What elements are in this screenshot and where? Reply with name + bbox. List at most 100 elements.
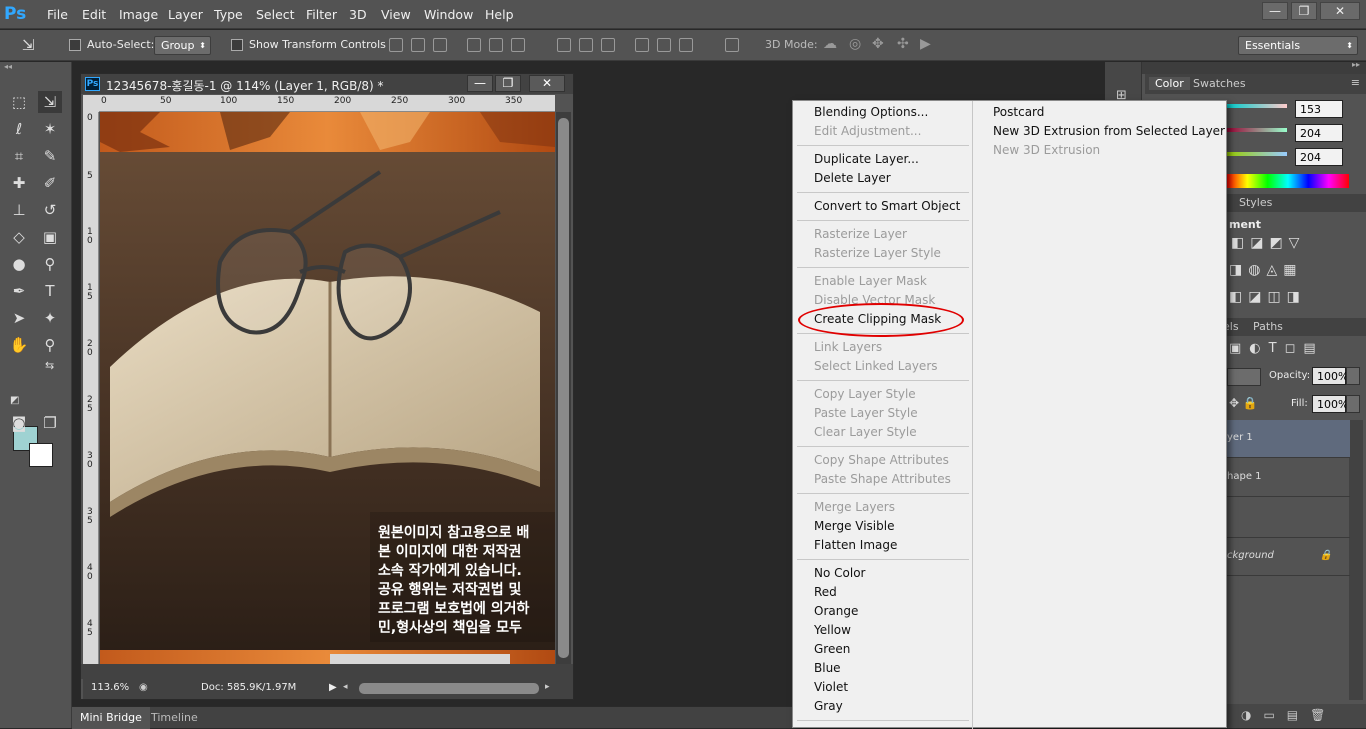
eyedropper-icon[interactable]: ✎ [38,145,62,167]
menu-filter[interactable]: Filter [306,7,337,22]
color-spectrum-bar[interactable] [1227,174,1349,188]
blue-slider[interactable] [1227,152,1287,156]
magic-wand-icon[interactable]: ✶ [38,118,62,140]
auto-select-checkbox[interactable] [69,39,81,51]
3d-slide-icon[interactable]: ✣ [897,36,909,52]
align-bottom-icon[interactable] [433,38,447,52]
menu-color-violet[interactable]: Violet [814,680,848,694]
crop-tool-icon[interactable]: ⌗ [7,145,31,167]
show-transform-checkbox[interactable] [231,39,243,51]
swap-colors-icon[interactable]: ⇆ [45,359,54,372]
menu-delete-layer[interactable]: Delete Layer [814,171,891,185]
layer-row-layer1[interactable]: yer 1 [1227,420,1350,458]
document-canvas[interactable]: 원본이미지 참고용으로 배 본 이미지에 대한 저작권 소속 작가에게 있습니다… [100,112,555,664]
tab-styles[interactable]: Styles [1239,196,1272,209]
menu-blending-options[interactable]: Blending Options... [814,105,928,119]
type-tool-icon[interactable]: T [38,280,62,302]
layer-row-empty[interactable] [1227,498,1350,538]
menu-image[interactable]: Image [119,7,158,22]
align-left-icon[interactable] [467,38,481,52]
auto-align-icon[interactable] [725,38,739,52]
scroll-left-icon[interactable]: ◂ [343,682,348,692]
blur-tool-icon[interactable]: ● [7,253,31,275]
auto-select-dropdown[interactable]: Group ⬍ [154,36,211,55]
tab-swatches[interactable]: Swatches [1193,77,1246,90]
align-right-icon[interactable] [511,38,525,52]
adjustment-icons-row-2[interactable]: ◨◍◬▦ [1229,262,1302,278]
menu-postcard[interactable]: Postcard [993,105,1044,119]
app-close-button[interactable]: ✕ [1320,2,1360,20]
red-value-input[interactable]: 153 [1295,100,1343,118]
menu-help[interactable]: Help [485,7,514,22]
default-colors-icon[interactable]: ◩ [10,395,19,406]
align-vcenter-icon[interactable] [411,38,425,52]
menu-merge-visible[interactable]: Merge Visible [814,519,894,533]
adjustment-icons-row-1[interactable]: ◧◪◩▽ [1231,235,1305,251]
screen-mode-icon[interactable]: ❐ [38,412,62,434]
app-minimize-button[interactable]: — [1262,2,1288,20]
doc-restore-button[interactable]: ❐ [495,75,521,92]
marquee-tool-icon[interactable]: ⬚ [7,91,31,113]
distribute-top-icon[interactable] [557,38,571,52]
lasso-tool-icon[interactable]: ℓ [7,118,31,140]
menu-file[interactable]: File [47,7,68,22]
distribute-hcenter-icon[interactable] [657,38,671,52]
layers-scrollbar[interactable] [1349,420,1363,700]
green-slider[interactable] [1227,128,1287,132]
app-restore-button[interactable]: ❐ [1291,2,1317,20]
status-menu-arrow-icon[interactable]: ▶ [329,682,337,693]
menu-edit[interactable]: Edit [82,7,106,22]
menu-color-red[interactable]: Red [814,585,837,599]
document-title-bar[interactable]: Ps 12345678-홍길동-1 @ 114% (Layer 1, RGB/8… [81,74,573,94]
clone-stamp-icon[interactable]: ⊥ [7,199,31,221]
vertical-scroll-thumb[interactable] [558,118,569,658]
custom-shape-icon[interactable]: ✦ [38,307,62,329]
layer-row-background[interactable]: ckground 🔒 [1227,538,1350,576]
pen-tool-icon[interactable]: ✒ [7,280,31,302]
menu-color-none[interactable]: No Color [814,566,865,580]
menu-color-orange[interactable]: Orange [814,604,858,618]
blend-mode-dropdown[interactable] [1227,368,1261,386]
align-hcenter-icon[interactable] [489,38,503,52]
3d-pan-icon[interactable]: ✥ [872,36,884,52]
3d-roll-icon[interactable]: ◎ [849,36,861,52]
distribute-right-icon[interactable] [679,38,693,52]
panel-menu-icon[interactable]: ≡ [1351,76,1360,89]
menu-duplicate-layer[interactable]: Duplicate Layer... [814,152,919,166]
vertical-ruler[interactable]: 0 5 1 0 1 5 2 0 2 5 3 0 3 5 4 0 4 5 [83,112,99,664]
menu-color-yellow[interactable]: Yellow [814,623,851,637]
green-value-input[interactable]: 204 [1295,124,1343,142]
align-top-icon[interactable] [389,38,403,52]
horizontal-ruler[interactable]: 0 50 100 150 200 250 300 350 [99,95,555,112]
distribute-vcenter-icon[interactable] [579,38,593,52]
menu-window[interactable]: Window [424,7,473,22]
healing-brush-icon[interactable]: ✚ [7,172,31,194]
tab-mini-bridge[interactable]: Mini Bridge [72,707,150,729]
ruler-origin[interactable] [83,95,99,112]
fill-input[interactable]: 100% [1312,395,1348,413]
gradient-tool-icon[interactable]: ▣ [38,226,62,248]
history-brush-icon[interactable]: ↺ [38,199,62,221]
doc-minimize-button[interactable]: — [467,75,493,92]
quick-mask-icon[interactable]: ◙ [7,412,31,434]
layers-footer-icons[interactable]: ◑▭▤🗑 [1241,708,1337,722]
lock-icons[interactable]: ✥ 🔒 [1229,396,1258,410]
background-color-swatch[interactable] [29,443,53,467]
hand-tool-icon[interactable]: ✋ [7,334,31,356]
3d-scale-icon[interactable]: ▶ [920,36,931,52]
zoom-tool-icon[interactable]: ⚲ [38,334,62,356]
menu-color-blue[interactable]: Blue [814,661,841,675]
menu-color-green[interactable]: Green [814,642,850,656]
scroll-right-icon[interactable]: ▸ [545,682,550,692]
menu-select[interactable]: Select [256,7,295,22]
tab-paths[interactable]: Paths [1253,320,1283,333]
3d-rotate-icon[interactable]: ☁ [823,36,837,52]
tab-color[interactable]: Color [1149,77,1190,90]
opacity-slider-button[interactable] [1346,367,1360,385]
doc-close-button[interactable]: ✕ [529,75,565,92]
blue-value-input[interactable]: 204 [1295,148,1343,166]
menu-color-gray[interactable]: Gray [814,699,843,713]
collapse-arrows-icon[interactable]: ◂◂ [4,62,12,71]
menu-view[interactable]: View [381,7,411,22]
eraser-icon[interactable]: ◇ [7,226,31,248]
